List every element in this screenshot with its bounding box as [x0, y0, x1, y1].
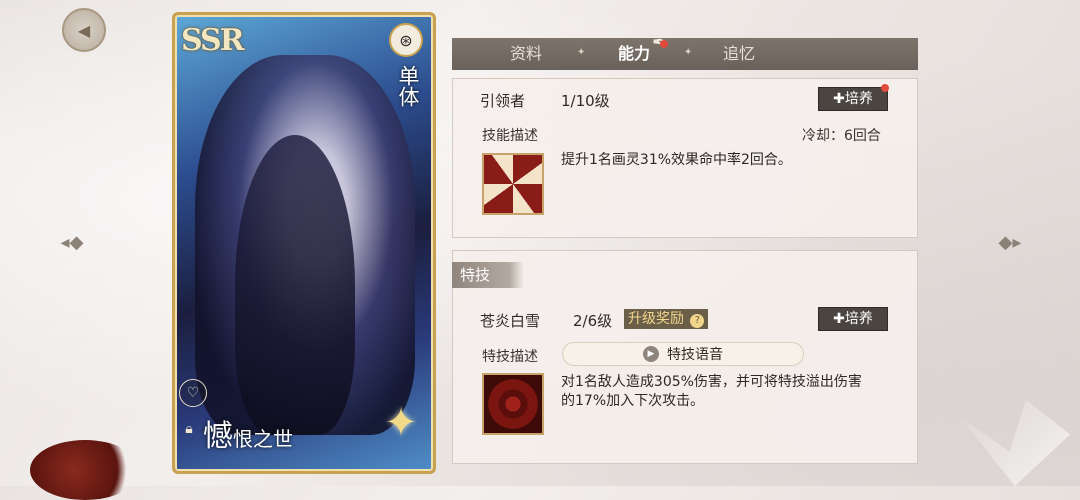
back-button[interactable]: ◀	[62, 8, 106, 52]
arrow-left-icon: ◂◆	[60, 231, 84, 253]
special-train-button[interactable]: ✚培养	[818, 307, 888, 331]
heart-icon[interactable]: ♡	[179, 379, 207, 407]
play-icon: ▶	[643, 346, 659, 362]
notification-dot	[660, 40, 668, 48]
special-voice-button[interactable]: ▶ 特技语音	[562, 342, 804, 366]
next-character-button[interactable]: ◆▸	[993, 231, 1027, 253]
tab-memory[interactable]: 追忆	[723, 38, 755, 70]
tab-profile[interactable]: 资料	[510, 38, 542, 70]
upgrade-reward-label: 升级奖励	[628, 311, 684, 327]
tab-separator: ✦	[684, 47, 693, 58]
special-name: 苍炎白雪	[480, 312, 541, 330]
special-desc-label: 特技描述	[482, 349, 538, 365]
prev-character-button[interactable]: ◂◆	[55, 231, 89, 253]
special-voice-label: 特技语音	[667, 347, 723, 363]
target-type-label: 单体	[396, 65, 420, 107]
skill-desc-label: 技能描述	[482, 128, 538, 144]
notification-dot	[881, 84, 889, 92]
quill-icon: ✒	[652, 32, 680, 66]
skill-level: 1/10级	[561, 92, 610, 110]
card-name: 憾恨之世	[203, 411, 293, 455]
tab-bar: 资料 ✦ 能力 ✦ 追忆	[452, 38, 918, 70]
tab-ability[interactable]: 能力	[618, 38, 650, 70]
skill-cooldown: 冷却：6回合	[802, 128, 881, 144]
character-artwork-figure	[235, 135, 355, 435]
sparkle-icon: ✦	[384, 400, 418, 446]
card-name-main: 憾	[203, 419, 233, 454]
special-skill-icon[interactable]	[482, 373, 544, 435]
arrow-right-icon: ◆▸	[998, 231, 1022, 253]
skill-name: 引领者	[480, 92, 526, 110]
special-description-line2: 的17%加入下次攻击。	[561, 393, 705, 409]
special-level: 2/6级	[573, 312, 613, 330]
skill-icon[interactable]	[482, 153, 544, 215]
card-name-sub: 恨之世	[233, 427, 293, 451]
lock-icon[interactable]: 🔒︎	[179, 419, 199, 439]
rose-decoration	[30, 440, 140, 500]
skill-description: 提升1名画灵31%效果命中率2回合。	[561, 152, 792, 168]
upgrade-reward-badge[interactable]: 升级奖励 ?	[624, 309, 709, 329]
back-icon: ◀	[77, 20, 91, 40]
character-card[interactable]: SSR ⊛ 单体 ♡ 🔒︎ 憾恨之世 ✦	[172, 12, 436, 474]
special-section-tag: 特技	[452, 262, 524, 288]
tab-separator: ✦	[577, 47, 586, 58]
help-icon: ?	[690, 314, 705, 328]
special-description-line1: 对1名敌人造成305%伤害，并可将特技溢出伤害	[561, 374, 862, 390]
skill-train-button[interactable]: ✚培养	[818, 87, 888, 111]
rarity-badge: SSR	[181, 23, 245, 58]
target-type-icon: ⊛	[389, 23, 423, 57]
